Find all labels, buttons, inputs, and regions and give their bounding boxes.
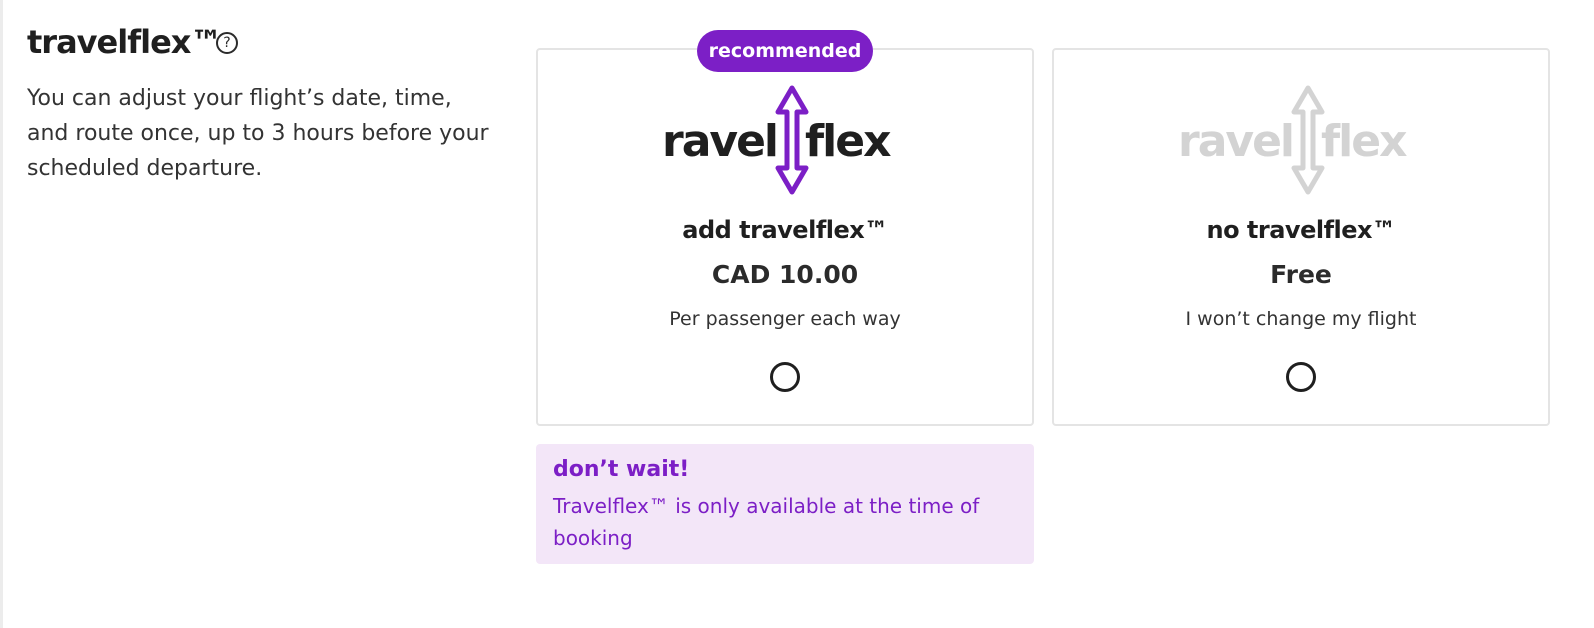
logo-text-travel: travel [1181, 116, 1293, 167]
logo-text-flex: flex [805, 116, 891, 167]
travelflex-section: travelflex™ ? You can adjust your flight… [0, 0, 1594, 628]
option-price: Free [1270, 260, 1332, 289]
option-subtitle: Per passenger each way [669, 308, 901, 330]
option-card-add-travelflex[interactable]: travel flex add travelflex™ CAD 10.00 Pe… [536, 48, 1034, 426]
option-title: no travelflex™ [1206, 216, 1396, 244]
question-circle-icon[interactable]: ? [216, 32, 238, 54]
option-card-no-travelflex[interactable]: travel flex no travelflex™ Free I won’t … [1052, 48, 1550, 426]
logo-text-flex: flex [1321, 116, 1407, 167]
left-divider [0, 0, 3, 628]
travelflex-logo-disabled: travel flex [1054, 84, 1548, 196]
travelflex-logo: travel flex [538, 84, 1032, 196]
recommended-badge: recommended [697, 30, 873, 72]
logo-text-travel: travel [665, 116, 777, 167]
notice-title: don’t wait! [553, 457, 690, 482]
radio-no-travelflex[interactable] [1286, 362, 1316, 392]
travelflex-logo-graphic: travel flex [665, 85, 893, 195]
travelflex-logo-graphic-disabled: travel flex [1181, 85, 1409, 195]
option-title: add travelflex™ [682, 216, 888, 244]
option-price: CAD 10.00 [711, 260, 859, 289]
section-description: You can adjust your flight’s date, time,… [27, 86, 489, 181]
notice-body: Travelflex™ is only available at the tim… [553, 494, 980, 550]
option-subtitle: I won’t change my flight [1185, 308, 1417, 330]
section-title: travelflex™ [27, 23, 222, 61]
radio-add-travelflex[interactable] [770, 362, 800, 392]
dont-wait-notice: don’t wait! Travelflex™ is only availabl… [536, 444, 1034, 564]
